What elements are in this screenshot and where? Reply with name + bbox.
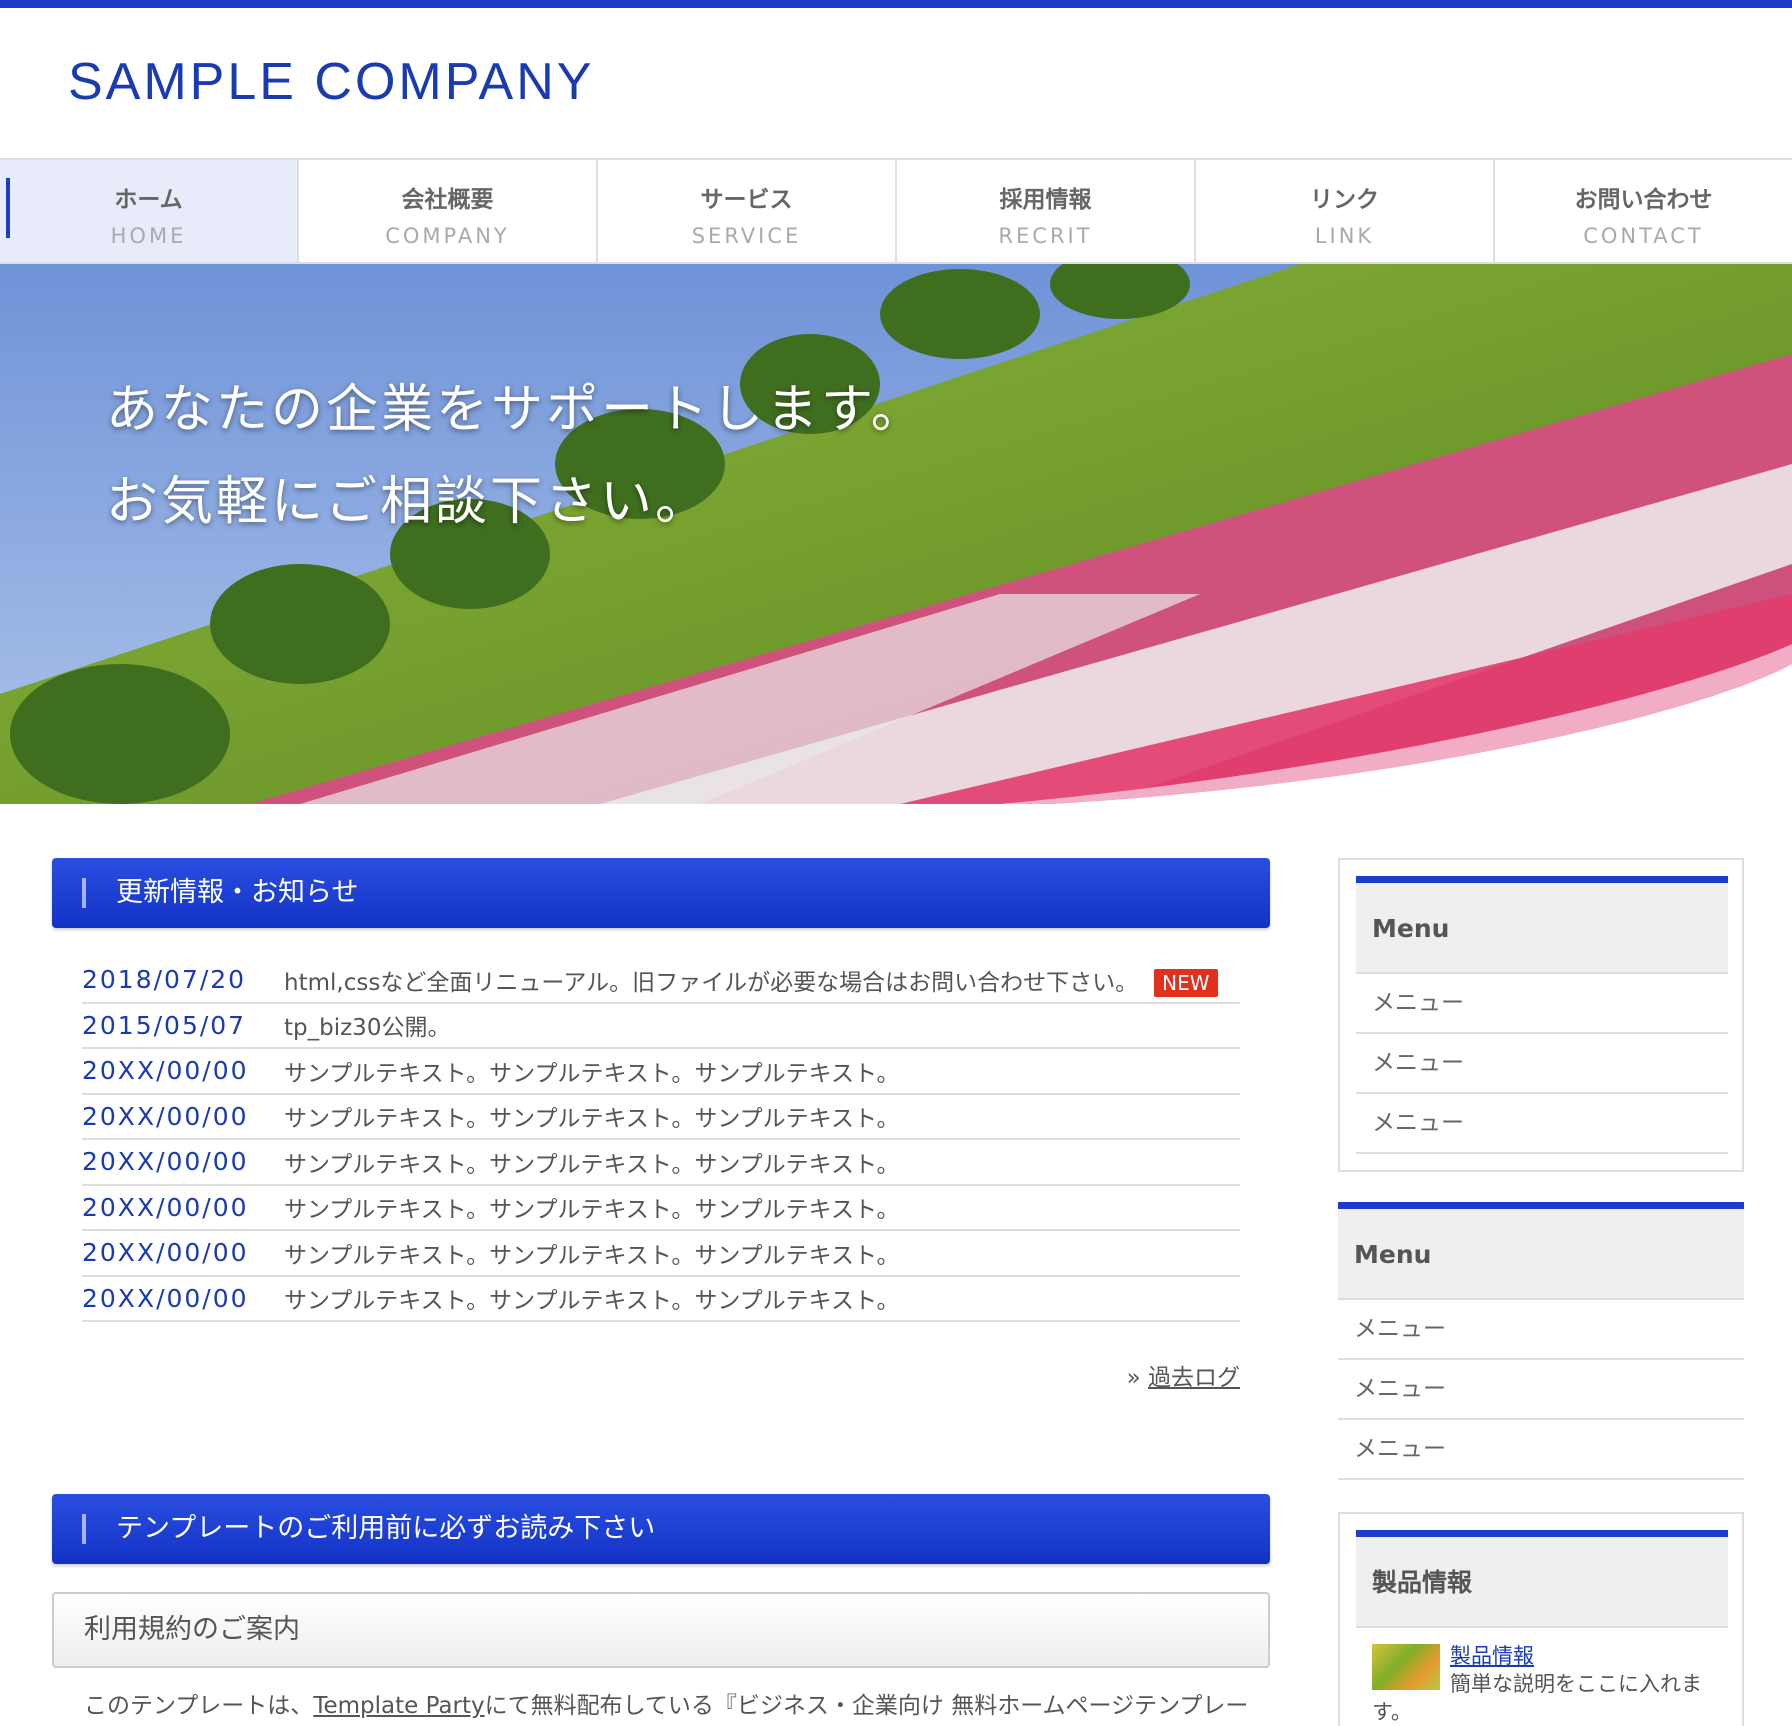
hero-tagline: あなたの企業をサポートします。 お気軽にご相談下さい。 [106, 364, 926, 548]
news-item: 2015/05/07 tp_biz30公開。 [82, 1004, 1240, 1049]
nav-item-sublabel: SERVICE [691, 224, 802, 248]
news-date: 20XX/00/00 [82, 1192, 249, 1222]
news-item: 20XX/00/00 サンプルテキスト。サンプルテキスト。サンプルテキスト。 [82, 1095, 1240, 1140]
news-text: サンプルテキスト。サンプルテキスト。サンプルテキスト。 [284, 1151, 900, 1178]
news-date: 20XX/00/00 [82, 1101, 249, 1131]
nav-item-sublabel: CONTACT [1583, 224, 1704, 248]
product-entry: 製品情報 簡単な説明をここに入れます。 [1356, 1640, 1728, 1726]
nav-item-contact[interactable]: お問い合わせ CONTACT [1495, 160, 1792, 262]
news-text: html,cssなど全面リニューアル。旧ファイルが必要な場合はお問い合わせ下さい… [284, 963, 1218, 997]
news-item: 20XX/00/00 サンプルテキスト。サンプルテキスト。サンプルテキスト。 [82, 1277, 1240, 1322]
sidebar-menu-item[interactable]: メニュー [1356, 1094, 1728, 1154]
nav-item-sublabel: HOME [110, 224, 187, 248]
news-heading: 更新情報・お知らせ [52, 858, 1270, 928]
nav-item-label: ホーム [114, 187, 183, 213]
nav-item-company[interactable]: 会社概要 COMPANY [299, 160, 598, 262]
global-nav: ホーム HOME 会社概要 COMPANY サービス SERVICE 採用情報 … [0, 158, 1792, 264]
terms-subheading: 利用規約のご案内 [52, 1592, 1270, 1668]
news-text: サンプルテキスト。サンプルテキスト。サンプルテキスト。 [284, 1060, 900, 1087]
nav-item-label: リンク [1310, 187, 1379, 213]
news-date: 20XX/00/00 [82, 1283, 249, 1313]
archive-prefix: » [1126, 1365, 1141, 1391]
news-item: 20XX/00/00 サンプルテキスト。サンプルテキスト。サンプルテキスト。 [82, 1049, 1240, 1095]
news-date: 20XX/00/00 [82, 1147, 249, 1177]
sidebar-menu-item[interactable]: メニュー [1356, 974, 1728, 1034]
news-item: 20XX/00/00 サンプルテキスト。サンプルテキスト。サンプルテキスト。 [82, 1231, 1240, 1277]
nav-item-sublabel: LINK [1314, 224, 1375, 248]
news-item: 20XX/00/00 サンプルテキスト。サンプルテキスト。サンプルテキスト。 [82, 1186, 1240, 1231]
news-item: 2018/07/20 html,cssなど全面リニューアル。旧ファイルが必要な場… [82, 958, 1240, 1004]
product-box-title: 製品情報 [1356, 1530, 1728, 1628]
news-date: 2015/05/07 [82, 1010, 247, 1040]
product-thumbnail[interactable] [1372, 1644, 1440, 1690]
news-date: 2018/07/20 [82, 965, 247, 995]
sidebar-menu-item[interactable]: メニュー [1356, 1034, 1728, 1094]
top-accent-bar [0, 0, 1792, 8]
news-text: サンプルテキスト。サンプルテキスト。サンプルテキスト。 [284, 1106, 900, 1133]
news-text: サンプルテキスト。サンプルテキスト。サンプルテキスト。 [284, 1197, 900, 1224]
site-logo[interactable]: SAMPLE COMPANY [68, 52, 594, 112]
news-list: 2018/07/20 html,cssなど全面リニューアル。旧ファイルが必要な場… [82, 958, 1240, 1322]
nav-item-link[interactable]: リンク LINK [1196, 160, 1495, 262]
template-intro-text: このテンプレートは、Template Partyにて無料配布している『ビジネス・… [84, 1693, 1249, 1719]
nav-item-service[interactable]: サービス SERVICE [598, 160, 897, 262]
nav-item-sublabel: RECRIT [998, 224, 1093, 248]
template-notice-heading: テンプレートのご利用前に必ずお読み下さい [52, 1494, 1270, 1564]
hero-tagline-line1: あなたの企業をサポートします。 [106, 380, 926, 440]
sidebar-menu-item[interactable]: メニュー [1338, 1300, 1744, 1360]
new-badge: NEW [1154, 968, 1218, 997]
nav-item-recruit[interactable]: 採用情報 RECRIT [897, 160, 1196, 262]
sidebar-product-box: 製品情報 製品情報 簡単な説明をここに入れます。 [1338, 1512, 1744, 1726]
nav-item-label: 採用情報 [999, 187, 1092, 213]
archive-link-wrap: » 過去ログ [1127, 1358, 1240, 1392]
news-text: サンプルテキスト。サンプルテキスト。サンプルテキスト。 [284, 1288, 900, 1315]
nav-item-home[interactable]: ホーム HOME [0, 160, 299, 262]
news-date: 20XX/00/00 [82, 1056, 249, 1086]
sidebar-menu-title: Menu [1338, 1202, 1744, 1300]
news-text: サンプルテキスト。サンプルテキスト。サンプルテキスト。 [284, 1242, 900, 1269]
nav-item-label: 会社概要 [401, 187, 494, 213]
sidebar-menu-item[interactable]: メニュー [1338, 1420, 1744, 1480]
sidebar-menu-box-2: Menu メニュー メニュー メニュー [1338, 1202, 1744, 1480]
nav-item-label: お問い合わせ [1574, 187, 1713, 213]
nav-item-sublabel: COMPANY [385, 224, 510, 248]
sidebar-menu-title: Menu [1356, 876, 1728, 974]
news-item: 20XX/00/00 サンプルテキスト。サンプルテキスト。サンプルテキスト。 [82, 1140, 1240, 1186]
hero-banner: あなたの企業をサポートします。 お気軽にご相談下さい。 [0, 264, 1792, 804]
hero-tagline-line2: お気軽にご相談下さい。 [106, 472, 710, 532]
news-text: tp_biz30公開。 [284, 1015, 451, 1042]
news-date: 20XX/00/00 [82, 1238, 249, 1268]
sidebar-menu-item[interactable]: メニュー [1338, 1360, 1744, 1420]
archive-link[interactable]: 過去ログ [1148, 1365, 1240, 1391]
nav-item-label: サービス [700, 187, 793, 213]
sidebar-menu-box-1: Menu メニュー メニュー メニュー [1338, 858, 1744, 1172]
template-party-link[interactable]: Template Party [313, 1693, 484, 1719]
